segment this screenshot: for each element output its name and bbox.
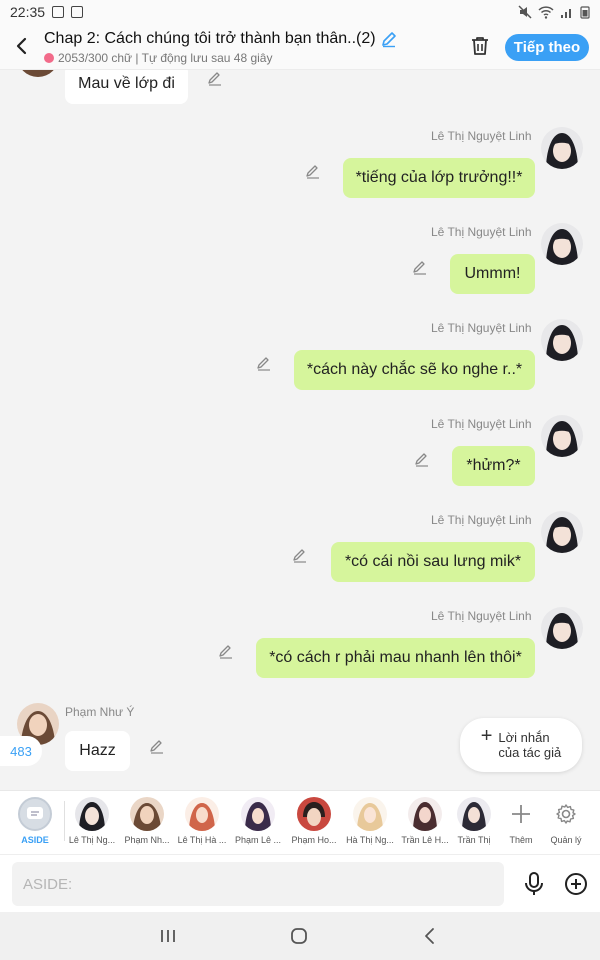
character-label: Phạm Nh... <box>124 835 170 845</box>
character-label: Quản lý <box>550 835 582 845</box>
character-avatar <box>457 797 491 831</box>
character-pham-le[interactable]: Phạm Lê ... <box>230 797 286 845</box>
notification-icon <box>71 6 84 18</box>
sender-name: Lê Thị Nguyệt Linh <box>431 321 532 335</box>
character-label: Phạm Ho... <box>291 835 337 845</box>
character-tran-le-h[interactable]: Trần Lê H... <box>397 797 453 845</box>
character-label: Lê Thị Ng... <box>68 835 116 845</box>
message-bubble[interactable]: *tiếng của lớp trưởng!!* <box>343 158 535 198</box>
character-pham-nh[interactable]: Phạm Nh... <box>119 797 175 845</box>
edit-message-icon[interactable] <box>292 547 308 563</box>
character-label: ASIDE <box>21 835 49 845</box>
signal-icon <box>561 9 571 18</box>
character-le-thi-ha[interactable]: Lê Thị Hà ... <box>174 797 230 845</box>
sender-name: Lê Thị Nguyệt Linh <box>431 225 532 239</box>
avatar-le-thi-nguyet-linh <box>541 607 583 649</box>
gear-icon <box>549 797 583 831</box>
sender-name: Phạm Như Ý <box>65 705 135 719</box>
nav-back-icon <box>425 928 434 944</box>
battery-icon <box>580 6 590 19</box>
sender-name: Lê Thị Nguyệt Linh <box>431 417 532 431</box>
edit-message-icon[interactable] <box>305 163 321 179</box>
system-nav-bar <box>0 912 600 960</box>
next-button[interactable]: Tiếp theo <box>505 34 589 61</box>
character-avatar <box>408 797 442 831</box>
character-label: Lê Thị Hà ... <box>177 835 227 845</box>
author-note-button[interactable]: + Lời nhắn của tác giả <box>460 718 582 772</box>
edit-message-icon[interactable] <box>412 259 428 275</box>
chapter-title-text: Chap 2: Cách chúng tôi trở thành bạn thâ… <box>44 30 376 47</box>
mute-icon <box>518 5 532 19</box>
character-avatar <box>185 797 219 831</box>
message-bubble[interactable]: *hửm?* <box>452 446 535 486</box>
character-avatar <box>75 797 109 831</box>
message-bubble[interactable]: Hazz <box>65 731 130 771</box>
character-le-thi-ng[interactable]: Lê Thị Ng... <box>64 797 120 845</box>
back-button[interactable] <box>8 32 36 60</box>
aside-icon <box>18 797 52 831</box>
character-bar: ASIDE Lê Thị Ng... Phạm Nh... Lê Thị Hà … <box>0 790 600 854</box>
chat-area[interactable]: Mau về lớp đi Lê Thị Nguyệt Linh *tiếng … <box>0 70 600 790</box>
recent-apps-button[interactable] <box>156 924 180 948</box>
sender-name: Lê Thị Nguyệt Linh <box>431 609 532 623</box>
manage-characters-button[interactable]: Quản lý <box>538 797 594 845</box>
edit-message-icon[interactable] <box>256 355 272 371</box>
character-avatar <box>130 797 164 831</box>
avatar-le-thi-nguyet-linh <box>541 319 583 361</box>
author-note-line1: Lời nhắn <box>498 730 550 745</box>
plus-icon <box>504 797 538 831</box>
delete-button[interactable] <box>468 34 492 58</box>
edit-title-icon[interactable] <box>380 30 398 48</box>
message-bubble[interactable]: Ummm! <box>450 254 535 294</box>
avatar-le-thi-nguyet-linh <box>541 223 583 265</box>
plus-icon: + <box>480 725 493 747</box>
character-avatar <box>297 797 331 831</box>
add-circle-icon <box>565 873 587 895</box>
status-time: 22:35 <box>10 4 46 20</box>
flower-icon <box>44 53 54 63</box>
message-bubble[interactable]: *có cách r phải mau nhanh lên thôi* <box>256 638 535 678</box>
word-count-autosave: 2053/300 chữ | Tự động lưu sau 48 giây <box>58 51 273 65</box>
message-bubble[interactable]: *có cái nồi sau lưng mik* <box>331 542 535 582</box>
character-aside[interactable]: ASIDE <box>7 797 63 845</box>
trash-icon <box>472 37 488 55</box>
avatar-le-thi-nguyet-linh <box>541 127 583 169</box>
sender-name: Lê Thị Nguyệt Linh <box>431 513 532 527</box>
input-bar <box>0 854 600 912</box>
edit-message-icon[interactable] <box>218 643 234 659</box>
status-bar: 22:35 <box>0 0 600 24</box>
edit-message-icon[interactable] <box>414 451 430 467</box>
microphone-icon <box>525 872 543 895</box>
home-icon <box>291 928 307 944</box>
top-bar: Chap 2: Cách chúng tôi trở thành bạn thâ… <box>0 24 600 70</box>
back-arrow-icon <box>16 37 27 55</box>
character-label: Phạm Lê ... <box>234 835 282 845</box>
recent-apps-icon <box>161 930 175 942</box>
edit-message-icon[interactable] <box>207 70 223 86</box>
message-bubble[interactable]: *cách này chắc sẽ ko nghe r..* <box>294 350 535 390</box>
avatar-pham-nhu-y <box>17 70 59 77</box>
add-button[interactable] <box>563 871 589 897</box>
character-ha-thi-ng[interactable]: Hà Thị Ng... <box>342 797 398 845</box>
character-label: Trần Lê H... <box>401 835 449 845</box>
character-avatar <box>353 797 387 831</box>
avatar-le-thi-nguyet-linh <box>541 415 583 457</box>
character-label: Hà Thị Ng... <box>346 835 394 845</box>
avatar-le-thi-nguyet-linh <box>541 511 583 553</box>
nav-back-button[interactable] <box>418 924 442 948</box>
message-count-badge[interactable]: 483 <box>0 736 42 766</box>
edit-message-icon[interactable] <box>149 738 165 754</box>
save-status: 2053/300 chữ | Tự động lưu sau 48 giây <box>44 51 272 65</box>
author-note-line2: của tác giả <box>498 745 562 760</box>
microphone-button[interactable] <box>522 871 546 897</box>
message-input[interactable] <box>12 862 504 906</box>
chapter-title[interactable]: Chap 2: Cách chúng tôi trở thành bạn thâ… <box>44 30 398 48</box>
character-avatar <box>241 797 275 831</box>
wifi-icon <box>538 6 554 19</box>
message-bubble[interactable]: Mau về lớp đi <box>65 70 188 104</box>
gallery-icon <box>52 6 65 18</box>
sender-name: Lê Thị Nguyệt Linh <box>431 129 532 143</box>
home-button[interactable] <box>287 924 311 948</box>
character-pham-ho[interactable]: Phạm Ho... <box>286 797 342 845</box>
